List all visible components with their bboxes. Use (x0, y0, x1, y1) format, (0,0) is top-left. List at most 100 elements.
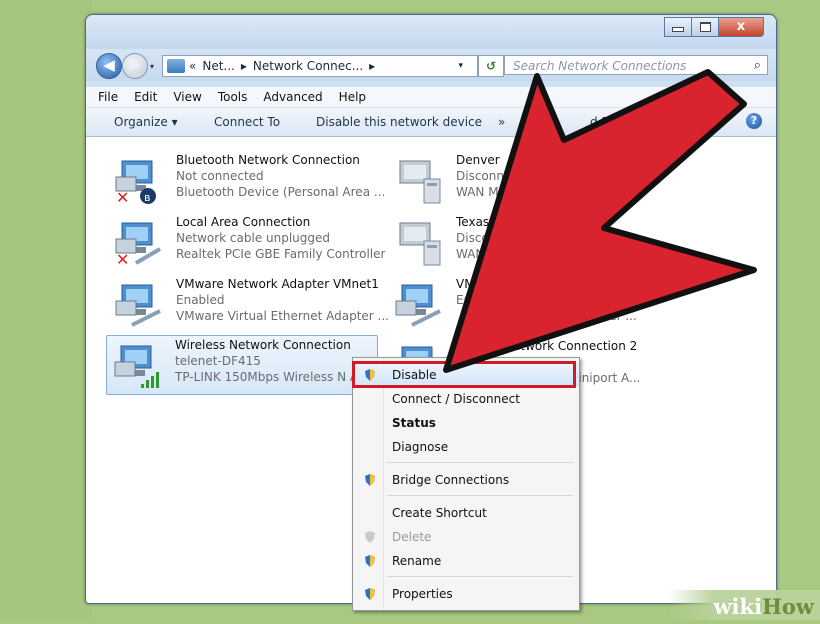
network-adapter-icon (395, 284, 441, 327)
menu-advanced[interactable]: Advanced (263, 90, 322, 104)
wan-connection-icon (399, 160, 441, 204)
connection-status: Enabled (176, 293, 225, 307)
menu-item-label: Rename (392, 554, 442, 568)
connection-name: VM (456, 277, 475, 291)
minimize-button[interactable] (664, 17, 692, 37)
menu-item-connect-disconnect[interactable]: Connect / Disconnect (353, 388, 579, 410)
connection-name: Texas (456, 215, 490, 229)
address-part-connections[interactable]: Network Connec... (253, 56, 363, 76)
menu-item-create-shortcut[interactable]: Create Shortcut (353, 502, 579, 524)
connection-device: et Adapter ... (558, 309, 637, 323)
svg-text:✕: ✕ (116, 250, 129, 267)
connection-status: telenet-DF415 (175, 354, 261, 368)
maximize-button[interactable] (691, 17, 719, 37)
menu-item-diagnose[interactable]: Diagnose (353, 436, 579, 458)
menu-help[interactable]: Help (339, 90, 366, 104)
menu-item-status[interactable]: Status (353, 412, 579, 434)
connection-item-bluetooth[interactable]: ✕ ʙ Bluetooth Network Connection Not con… (108, 151, 385, 209)
title-bar: x (86, 15, 776, 49)
menu-item-rename[interactable]: Rename (353, 550, 579, 572)
connection-status: Disco (456, 231, 489, 245)
connection-item-vmnet1[interactable]: VMware Network Adapter VMnet1 Enabled VM… (108, 275, 389, 333)
menu-item-delete: Delete (353, 526, 579, 548)
connect-to-button[interactable]: Connect To (214, 115, 280, 129)
address-separator[interactable]: ▸ (369, 56, 375, 76)
connection-name: Bluetooth Network Connection (176, 153, 360, 167)
svg-text:ʙ: ʙ (144, 191, 150, 204)
search-placeholder: Search Network Connections (513, 59, 687, 73)
connection-device: VMware Virtual Ethernet Adapter ... (176, 309, 389, 323)
connection-device: WAN M (456, 185, 499, 199)
uac-shield-icon (365, 555, 375, 567)
connection-device: Bluetooth Device (Personal Area ... (176, 185, 386, 199)
uac-shield-icon (365, 531, 375, 543)
connection-name: Network Connection 2 (504, 339, 638, 353)
recent-pages-dropdown-icon[interactable]: ▾ (150, 62, 154, 71)
connection-status: Not connected (176, 169, 264, 183)
wikihow-watermark: wikiHow (668, 590, 820, 620)
magnifier-icon[interactable]: ⌕ (754, 56, 761, 76)
forward-button[interactable]: ▶ (122, 53, 148, 79)
connection-item-denver[interactable]: Denver Disconne WAN M (388, 151, 658, 209)
disable-device-button[interactable]: Disable this network device (316, 115, 482, 129)
help-icon[interactable]: ? (746, 113, 762, 129)
menu-tools[interactable]: Tools (218, 90, 248, 104)
menu-edit[interactable]: Edit (134, 90, 157, 104)
watermark-wiki: wiki (713, 594, 763, 619)
connection-name: Denver (456, 153, 500, 167)
svg-text:✕: ✕ (116, 188, 129, 205)
back-button[interactable]: ◀ (96, 53, 122, 79)
connection-name: Local Area Connection (176, 215, 311, 229)
context-menu: Disable Connect / Disconnect Status Diag… (352, 357, 580, 611)
organize-button[interactable]: Organize ▾ (114, 115, 178, 129)
connection-device: WAN (456, 247, 485, 261)
search-input[interactable]: Search Network Connections ⌕ (504, 55, 768, 75)
menu-item-label: Delete (392, 530, 432, 544)
menu-item-label: Create Shortcut (392, 506, 487, 520)
menu-item-bridge-connections[interactable]: Bridge Connections (353, 469, 579, 491)
menu-item-label: Status (392, 416, 436, 430)
network-adapter-icon (115, 284, 161, 327)
refresh-button[interactable]: ↺ (478, 55, 504, 77)
background-panel (0, 0, 92, 620)
menu-view[interactable]: View (173, 90, 201, 104)
uac-shield-icon (365, 474, 375, 486)
wireless-adapter-icon (114, 345, 159, 388)
menu-separator (387, 462, 573, 463)
connection-status: En (456, 293, 472, 307)
address-separator[interactable]: ▸ (241, 56, 247, 76)
connection-item-texas[interactable]: Texas Disco WAN (388, 213, 658, 271)
close-button[interactable]: x (718, 17, 764, 37)
network-adapter-icon: ✕ (115, 222, 162, 267)
control-panel-icon (167, 59, 185, 73)
connection-status: Network cable unplugged (176, 231, 331, 245)
address-part: « (189, 59, 197, 73)
address-dropdown-icon[interactable]: ▾ (458, 56, 463, 76)
connection-item-wireless[interactable]: Wireless Network Connection telenet-DF41… (106, 335, 378, 395)
watermark-how: How (762, 594, 814, 619)
connection-name: Wireless Network Connection (175, 338, 351, 352)
more-commands-button[interactable]: » (498, 115, 505, 129)
menu-item-label: Diagnose (392, 440, 449, 454)
rename-file-button[interactable]: d File (590, 115, 622, 129)
connection-item-local-area[interactable]: ✕ Local Area Connection Network cable un… (108, 213, 385, 271)
address-part-network[interactable]: Net... (202, 56, 235, 76)
connection-device: TP-LINK 150Mbps Wireless N A... (175, 370, 370, 384)
menu-item-properties[interactable]: Properties (353, 583, 579, 605)
wan-connection-icon (399, 222, 441, 266)
caption-buttons: x (664, 17, 764, 37)
network-adapter-icon: ✕ ʙ (115, 160, 156, 205)
command-bar: Organize ▾ Connect To Disable this netwo… (86, 108, 776, 137)
menu-file[interactable]: File (98, 90, 118, 104)
connection-status: Disconne (456, 169, 512, 183)
menu-item-label: Bridge Connections (392, 473, 510, 487)
menu-item-label: Properties (392, 587, 453, 601)
menu-item-label: Connect / Disconnect (392, 392, 520, 406)
connection-item-vmnet8[interactable]: VM En et Adapter ... (388, 275, 658, 333)
connection-name: VMware Network Adapter VMnet1 (176, 277, 379, 291)
address-bar[interactable]: « Net... ▸ Network Connec... ▸ ▾ (162, 55, 478, 77)
connection-device: Realtek PCIe GBE Family Controller (176, 247, 386, 261)
uac-shield-icon (365, 588, 375, 600)
disable-highlight-box (352, 361, 576, 388)
menu-separator (387, 576, 573, 577)
